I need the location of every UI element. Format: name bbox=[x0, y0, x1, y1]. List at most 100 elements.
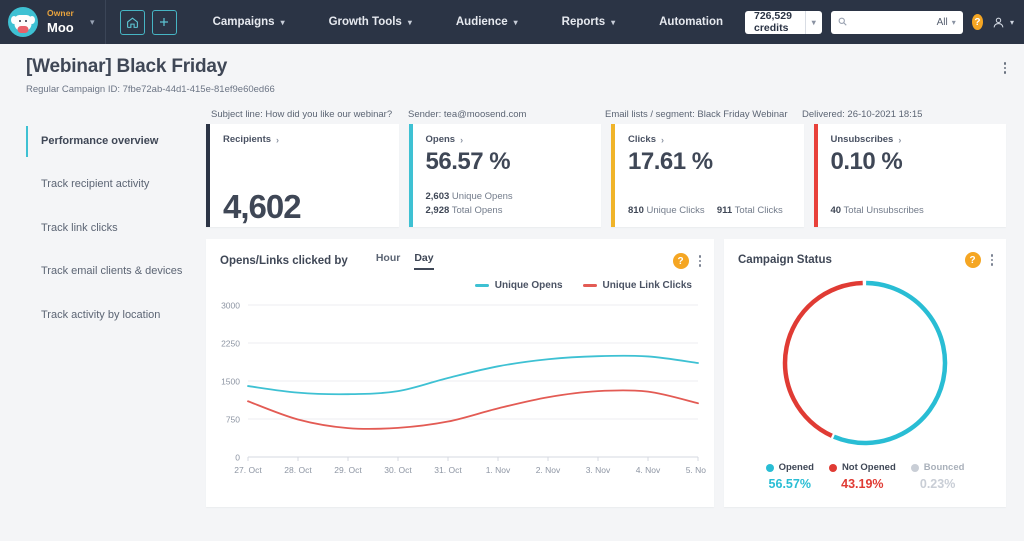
svg-text:28. Oct: 28. Oct bbox=[284, 465, 312, 475]
help-icon[interactable]: ? bbox=[964, 252, 981, 268]
meta-email-lists: Email lists / segment: Black Friday Webi… bbox=[605, 109, 788, 120]
legend-label: Unique Link Clicks bbox=[602, 280, 692, 291]
stat-card-title: Opens bbox=[425, 134, 456, 145]
plus-icon[interactable] bbox=[151, 9, 177, 35]
legend-item-unique-link-clicks[interactable]: Unique Link Clicks bbox=[582, 280, 692, 291]
avatar bbox=[8, 7, 38, 37]
chevron-down-icon[interactable]: ▾ bbox=[90, 17, 105, 28]
nav-label: Reports bbox=[561, 16, 606, 28]
svg-text:1. Nov: 1. Nov bbox=[486, 465, 511, 475]
chevron-down-icon: ▾ bbox=[611, 17, 616, 27]
meta-subject-line: Subject line: How did you like our webin… bbox=[211, 109, 393, 120]
stat-card-clicks[interactable]: Clicks › 17.61 % 810 Unique Clicks 911 T… bbox=[611, 124, 804, 227]
donut-chart bbox=[724, 274, 1006, 452]
stat-card-header[interactable]: Opens › bbox=[426, 134, 589, 145]
svg-text:30. Oct: 30. Oct bbox=[384, 465, 412, 475]
nav-label: Automation bbox=[659, 16, 723, 28]
chevron-right-icon: › bbox=[898, 134, 902, 145]
sidebar-item-track-email-clients-devices[interactable]: Track email clients & devices bbox=[26, 256, 206, 287]
granularity-toggle: Hour Day bbox=[376, 252, 434, 270]
nav-item-growth-tools[interactable]: Growth Tools ▾ bbox=[307, 16, 434, 28]
nav-item-reports[interactable]: Reports ▾ bbox=[540, 16, 637, 28]
status-legend-bounced[interactable]: Bounced 0.23% bbox=[910, 462, 964, 491]
nav-label: Growth Tools bbox=[328, 16, 402, 28]
user-menu[interactable]: ▾ bbox=[992, 16, 1014, 29]
sidebar-item-label: Track link clicks bbox=[41, 221, 118, 234]
legend-item-unique-opens[interactable]: Unique Opens bbox=[474, 280, 563, 291]
help-icon[interactable]: ? bbox=[971, 14, 983, 30]
stat-detail-label: Total Clicks bbox=[734, 205, 783, 217]
stat-detail-number: 810 bbox=[628, 205, 644, 217]
campaign-id: Regular Campaign ID: 7fbe72ab-44d1-415e-… bbox=[26, 84, 275, 95]
toggle-hour[interactable]: Hour bbox=[376, 252, 401, 270]
legend-dot bbox=[765, 463, 774, 472]
stat-card-row: Recipients › 4,602 Opens › 56.57 % 2,603… bbox=[206, 124, 1006, 227]
svg-text:0: 0 bbox=[235, 453, 240, 463]
search-scope-dropdown[interactable]: All ▾ bbox=[937, 17, 956, 28]
chevron-down-icon: ▾ bbox=[280, 17, 285, 27]
legend-dot bbox=[828, 463, 837, 472]
legend-value: 0.23% bbox=[919, 477, 956, 491]
chevron-down-icon: ▾ bbox=[1009, 17, 1014, 27]
stat-card-value: 56.57 % bbox=[425, 148, 511, 175]
account-switcher[interactable]: Owner Moo ▾ bbox=[0, 0, 106, 44]
legend-value: 56.57% bbox=[768, 477, 811, 491]
donut-segment[interactable] bbox=[782, 280, 863, 438]
donut-segment[interactable] bbox=[833, 280, 948, 446]
status-legend: Opened 56.57% Not Opened 43.19% Bounced … bbox=[724, 462, 1006, 491]
search-scope-label: All bbox=[936, 16, 948, 28]
owner-role-label: Owner bbox=[47, 8, 74, 19]
chevron-right-icon: › bbox=[460, 134, 464, 145]
sidebar-item-track-link-clicks[interactable]: Track link clicks bbox=[26, 213, 206, 244]
home-icon[interactable] bbox=[119, 9, 145, 35]
line-chart: 0 750 1500 2250 3000 27. Oct 28. Oct 29. Oct 30.… bbox=[206, 291, 714, 487]
nav-item-automation[interactable]: Automation bbox=[637, 16, 745, 28]
stat-card-value: 4,602 bbox=[223, 188, 302, 225]
stat-card-title: Recipients bbox=[223, 134, 272, 145]
svg-text:2. Nov: 2. Nov bbox=[536, 465, 561, 475]
stat-card-opens[interactable]: Opens › 56.57 % 2,603 Unique Opens 2,928… bbox=[408, 124, 601, 227]
campaign-status-panel: Campaign Status ? Opened 56.57% Not Open… bbox=[724, 239, 1006, 507]
stat-card-value: 0.10 % bbox=[830, 148, 903, 175]
help-icon[interactable]: ? bbox=[672, 253, 689, 269]
status-options-menu[interactable] bbox=[990, 254, 993, 266]
sidebar-item-label: Track activity by location bbox=[41, 308, 161, 321]
chart-options-menu[interactable] bbox=[698, 255, 701, 267]
stat-card-header[interactable]: Recipients › bbox=[223, 134, 386, 145]
page-options-menu[interactable] bbox=[1003, 56, 1006, 74]
stat-card-header[interactable]: Unsubscribes › bbox=[831, 134, 994, 145]
nav-label: Audience bbox=[455, 16, 508, 28]
chevron-right-icon: › bbox=[276, 134, 280, 145]
report-sidebar: Performance overview Track recipient act… bbox=[26, 124, 206, 507]
chevron-right-icon: › bbox=[661, 134, 664, 145]
search-box[interactable]: All ▾ bbox=[830, 10, 963, 34]
page-title: [Webinar] Black Friday bbox=[26, 56, 228, 77]
stat-card-details: 2,603 Unique Opens 2,928 Total Opens bbox=[426, 190, 513, 218]
status-legend-not-opened[interactable]: Not Opened 43.19% bbox=[828, 462, 896, 491]
chevron-down-icon: ▾ bbox=[513, 17, 518, 27]
sidebar-item-track-activity-by-location[interactable]: Track activity by location bbox=[26, 300, 206, 331]
svg-text:4. Nov: 4. Nov bbox=[636, 465, 661, 475]
credits-dropdown[interactable]: 726,529 credits ▾ bbox=[745, 10, 822, 34]
sidebar-item-label: Performance overview bbox=[41, 135, 159, 147]
stat-card-recipients[interactable]: Recipients › 4,602 bbox=[206, 124, 399, 227]
stat-card-title: Clicks bbox=[628, 134, 656, 145]
stat-card-unsubscribes[interactable]: Unsubscribes › 0.10 % 40 Total Unsubscri… bbox=[813, 124, 1006, 227]
search-input[interactable] bbox=[851, 15, 932, 29]
legend-label: Opened bbox=[778, 462, 814, 473]
legend-dot bbox=[910, 463, 919, 472]
stat-card-header[interactable]: Clicks › bbox=[628, 134, 791, 145]
svg-text:5. Nov: 5. Nov bbox=[686, 465, 706, 475]
sidebar-item-track-recipient-activity[interactable]: Track recipient activity bbox=[26, 169, 206, 200]
svg-text:3. Nov: 3. Nov bbox=[586, 465, 611, 475]
nav-label: Campaigns bbox=[212, 16, 275, 28]
nav-item-campaigns[interactable]: Campaigns ▾ bbox=[191, 16, 307, 28]
sidebar-item-performance-overview[interactable]: Performance overview bbox=[26, 126, 206, 158]
status-panel-title: Campaign Status bbox=[738, 254, 832, 266]
nav-item-audience[interactable]: Audience ▾ bbox=[434, 16, 540, 28]
toggle-day[interactable]: Day bbox=[414, 252, 434, 270]
search-icon bbox=[838, 17, 847, 28]
stat-card-details: 810 Unique Clicks 911 Total Clicks bbox=[628, 204, 783, 218]
user-icon bbox=[993, 17, 1004, 27]
status-legend-opened[interactable]: Opened 56.57% bbox=[765, 462, 814, 491]
